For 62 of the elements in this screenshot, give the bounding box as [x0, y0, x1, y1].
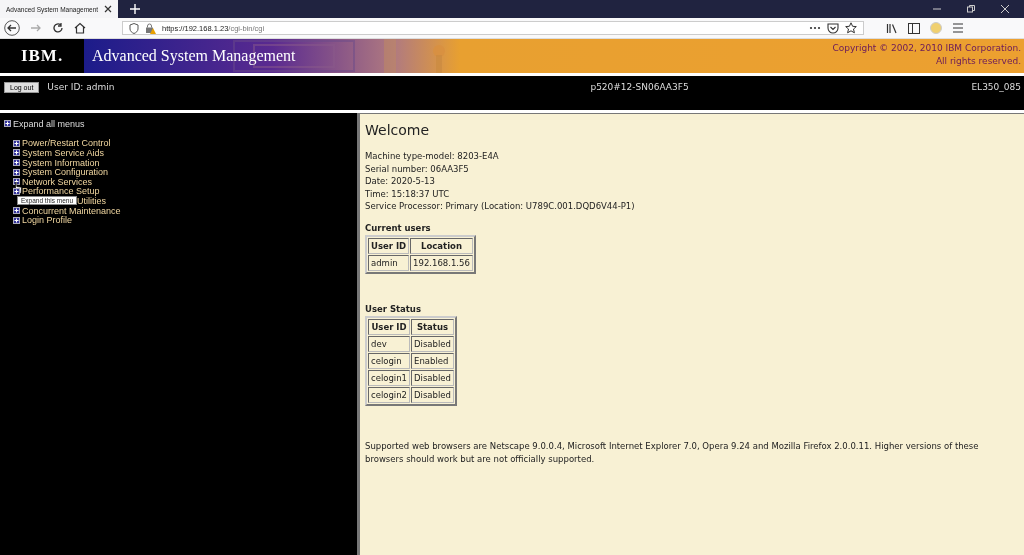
expand-all-link[interactable]: Expand all menus	[13, 118, 85, 129]
warning-lock-icon	[145, 22, 156, 34]
expand-icon[interactable]	[13, 216, 20, 224]
star-icon[interactable]	[845, 22, 857, 34]
table-cell: celogin	[368, 352, 411, 369]
more-icon[interactable]	[809, 26, 821, 30]
system-name: p520#12-SN06AA3F5	[590, 82, 689, 92]
menu-item[interactable]: System Service Aids	[22, 148, 105, 158]
expand-icon[interactable]	[13, 149, 20, 157]
table-cell: Enabled	[411, 352, 454, 369]
menu-item[interactable]: Power/Restart Control	[22, 138, 111, 149]
info-line: Time: 15:18:37 UTC	[365, 187, 451, 200]
banner-title: Advanced System Management	[92, 47, 296, 65]
menu-item[interactable]: System Information	[22, 157, 100, 168]
shield-icon	[129, 22, 139, 34]
expand-icon[interactable]	[13, 139, 20, 147]
table-cell: celogin2	[368, 386, 411, 403]
column-header: Location	[410, 237, 473, 254]
menu-item[interactable]: Login Profile	[22, 215, 73, 226]
menu-item[interactable]: Network Services	[22, 176, 93, 187]
table-cell: celogin1	[368, 369, 411, 386]
copyright-text: All rights reserved.	[935, 55, 1021, 68]
pocket-icon[interactable]	[827, 22, 839, 34]
section-title: User Status	[365, 303, 422, 314]
info-line: Date: 2020-5-13	[365, 175, 436, 188]
menu-icon[interactable]	[952, 23, 964, 33]
table-cell: 192.168.1.56	[410, 254, 473, 271]
home-icon[interactable]	[74, 22, 86, 34]
page-heading: Welcome	[365, 122, 431, 138]
table-cell: admin	[368, 254, 410, 271]
column-header: User ID	[368, 237, 410, 254]
library-icon[interactable]	[886, 22, 898, 34]
table-cell: dev	[368, 335, 411, 352]
close-icon[interactable]	[104, 5, 112, 13]
info-line: Service Processor: Primary (Location: U789C.001.DQD6V44-P1)	[365, 200, 636, 213]
expand-icon[interactable]	[13, 159, 20, 167]
table-cell: Disabled	[411, 335, 454, 352]
column-header: Status	[411, 318, 454, 335]
column-header: User ID	[368, 318, 411, 335]
new-tab-icon[interactable]	[130, 4, 140, 14]
menu-item[interactable]: Concurrent Maintenance	[22, 205, 121, 216]
table-cell: Disabled	[411, 386, 454, 403]
logo: IBM.	[20, 46, 64, 66]
sidebar-icon[interactable]	[908, 22, 920, 34]
expand-icon[interactable]	[4, 120, 11, 128]
table-cell: Disabled	[411, 369, 454, 386]
copyright-text: Copyright © 2002, 2010 IBM Corporation.	[832, 42, 1021, 55]
expand-icon[interactable]	[13, 187, 20, 195]
info-line: Serial number: 06AA3F5	[365, 162, 470, 175]
section-title: Current users	[365, 222, 432, 233]
back-icon[interactable]	[4, 20, 20, 36]
expand-icon[interactable]	[13, 168, 20, 176]
user-id-text: User ID: admin	[47, 82, 115, 92]
firmware-version: EL350_085	[971, 82, 1021, 92]
reload-icon[interactable]	[52, 22, 64, 34]
support-note: Supported web browsers are Netscape 9.0.0.4, Microsoft Internet Explorer 7.0, Opera 9.24 and Mozilla Firefox 2.0.0.11. Higher versions of these browsers should work but are not officially supported.	[365, 439, 980, 466]
info-line: Machine type-model: 8203-E4A	[365, 150, 500, 163]
restore-icon[interactable]	[966, 4, 976, 14]
menu-item[interactable]: Utilities	[77, 195, 107, 206]
menu-item[interactable]: System Configuration	[22, 167, 109, 178]
menu-item[interactable]: Performance Setup	[22, 186, 100, 197]
expand-icon[interactable]	[13, 207, 20, 215]
